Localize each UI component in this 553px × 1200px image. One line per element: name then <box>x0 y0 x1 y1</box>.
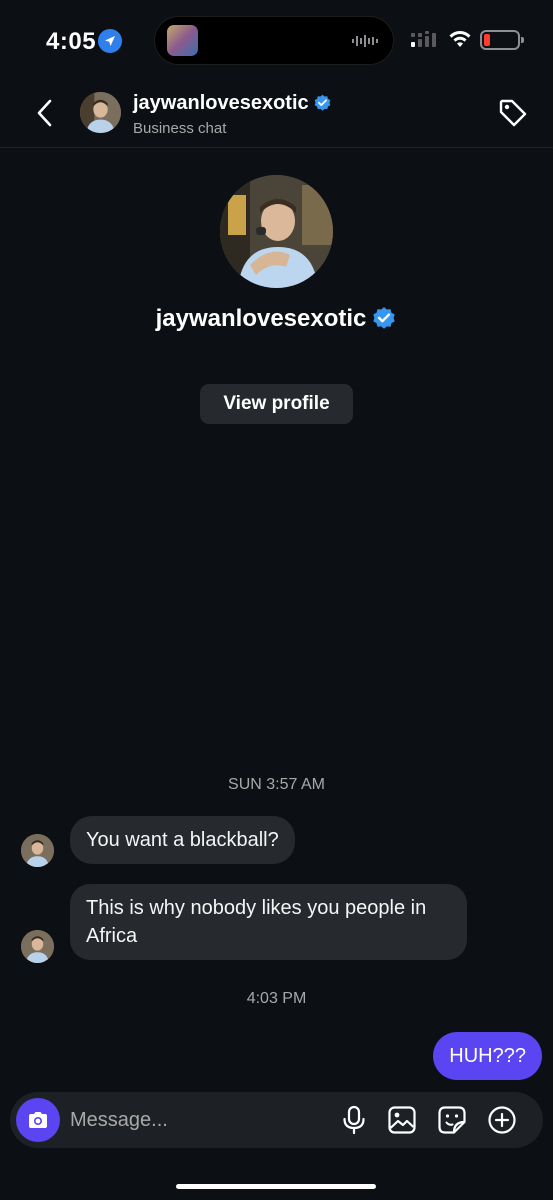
message-composer <box>10 1092 543 1148</box>
audio-wave-icon <box>352 35 378 47</box>
sender-avatar[interactable] <box>21 930 54 963</box>
camera-button[interactable] <box>16 1098 60 1142</box>
chat-header: jaywanlovesexotic Business chat <box>0 80 553 148</box>
message-timestamp: SUN 3:57 AM <box>228 776 325 793</box>
header-avatar[interactable] <box>80 92 121 133</box>
plus-circle-icon <box>488 1106 516 1134</box>
tag-button[interactable] <box>497 97 529 129</box>
microphone-button[interactable] <box>338 1104 370 1136</box>
chevron-left-icon <box>37 99 52 127</box>
verified-badge-icon <box>373 307 396 329</box>
profile-title: jaywanlovesexotic <box>0 305 553 333</box>
verified-badge-icon <box>314 94 330 111</box>
cellular-signal-icon <box>411 31 436 47</box>
tag-icon <box>499 99 527 127</box>
status-bar: 4:05 <box>0 0 553 80</box>
header-title[interactable]: jaywanlovesexotic <box>133 92 332 115</box>
message-input[interactable] <box>70 1100 330 1140</box>
location-arrow-icon <box>98 29 122 53</box>
microphone-icon <box>343 1105 365 1135</box>
sender-avatar[interactable] <box>21 834 54 867</box>
wifi-icon <box>449 31 471 47</box>
header-username: jaywanlovesexotic <box>133 92 309 114</box>
message-timestamp: 4:03 PM <box>246 990 307 1007</box>
status-time: 4:05 <box>46 28 97 55</box>
home-indicator[interactable] <box>176 1184 376 1189</box>
camera-icon <box>29 1112 47 1128</box>
now-playing-thumbnail <box>167 25 198 56</box>
gallery-button[interactable] <box>386 1104 418 1136</box>
profile-username: jaywanlovesexotic <box>155 305 367 332</box>
header-subtitle: Business chat <box>133 120 227 137</box>
battery-low-icon <box>480 30 524 50</box>
sticker-icon <box>438 1106 466 1134</box>
dynamic-island[interactable] <box>154 16 394 65</box>
incoming-message[interactable]: This is why nobody likes you people in A… <box>70 884 467 960</box>
image-icon <box>388 1106 416 1134</box>
incoming-message[interactable]: You want a blackball? <box>70 816 295 864</box>
profile-avatar[interactable] <box>220 175 333 288</box>
battery-level <box>484 34 490 46</box>
plus-button[interactable] <box>486 1104 518 1136</box>
outgoing-message[interactable]: HUH??? <box>433 1032 542 1080</box>
view-profile-button[interactable]: View profile <box>200 384 353 424</box>
back-button[interactable] <box>30 96 60 130</box>
sticker-button[interactable] <box>436 1104 468 1136</box>
